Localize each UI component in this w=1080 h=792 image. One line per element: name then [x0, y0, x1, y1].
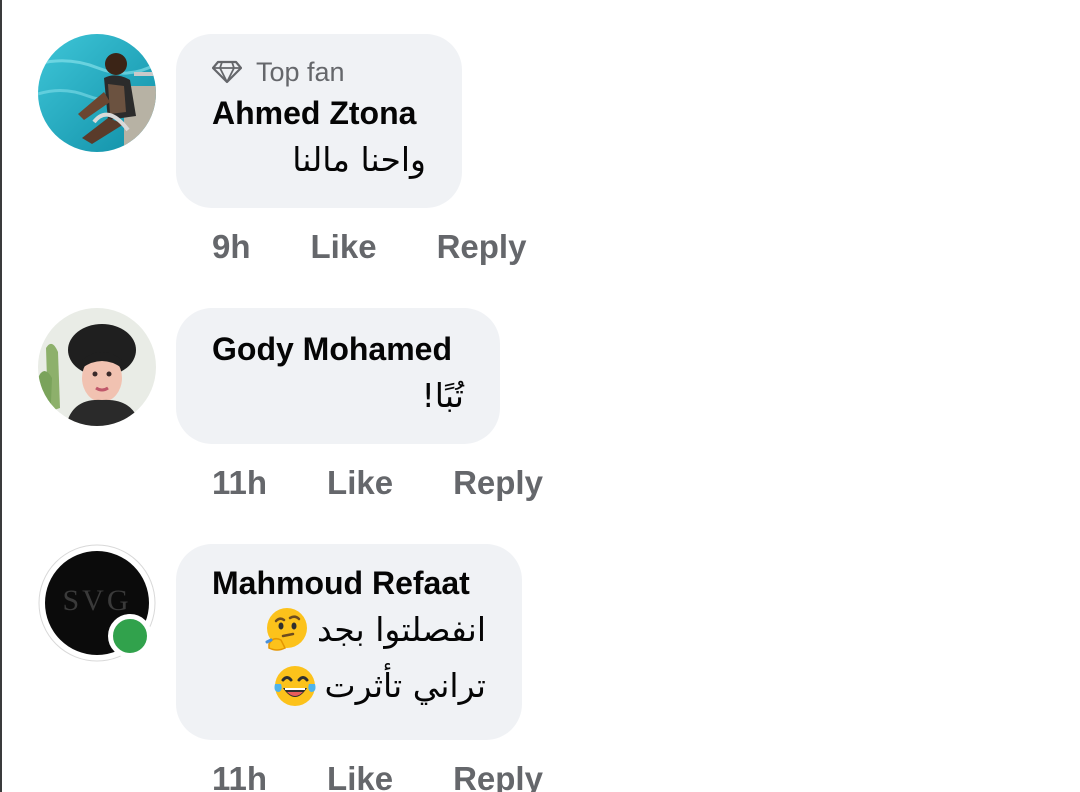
- comment-text: تُبًا!: [421, 376, 464, 415]
- like-button[interactable]: Like: [327, 464, 393, 502]
- avatar-monogram: SVG: [62, 584, 131, 617]
- comment-time: 9h: [212, 228, 251, 265]
- reply-button[interactable]: Reply: [453, 760, 543, 792]
- comment-actions: 11h Like Reply: [212, 464, 543, 502]
- tears-of-joy-icon: [274, 666, 316, 706]
- commenter-name[interactable]: Ahmed Ztona: [212, 94, 426, 132]
- diamond-icon: [212, 60, 242, 84]
- screen-edge: [0, 0, 2, 792]
- comment-actions: 11h Like Reply: [212, 760, 543, 792]
- comment-text-line: تُبًا!: [212, 368, 464, 424]
- commenter-name[interactable]: Gody Mohamed: [212, 330, 464, 368]
- avatar-gody[interactable]: [38, 308, 156, 426]
- comment-text-line: واحنا مالنا: [212, 132, 426, 188]
- like-button[interactable]: Like: [311, 228, 377, 266]
- comment-text-line: انفصلتوا بجد: [212, 602, 486, 658]
- comment-bubble[interactable]: Top fan Ahmed Ztona واحنا مالنا: [176, 34, 462, 208]
- avatar-ahmed[interactable]: [38, 34, 156, 152]
- comment-text: واحنا مالنا: [292, 140, 426, 179]
- comment-text: تراني تأثرت: [324, 666, 486, 705]
- reply-button[interactable]: Reply: [437, 228, 527, 266]
- top-fan-badge: Top fan: [212, 56, 426, 88]
- comment-text: انفصلتوا بجد: [316, 610, 486, 649]
- badge-label: Top fan: [256, 56, 345, 87]
- like-button[interactable]: Like: [327, 760, 393, 792]
- comment-bubble[interactable]: Mahmoud Refaat انفصلتوا بجد تراني تأثرت: [176, 544, 522, 740]
- commenter-name[interactable]: Mahmoud Refaat: [212, 564, 486, 602]
- comment-bubble[interactable]: Gody Mohamed تُبًا!: [176, 308, 500, 444]
- comment-time: 11h: [212, 760, 268, 792]
- comment-text-line: تراني تأثرت: [212, 658, 486, 714]
- online-status-dot: [108, 614, 152, 658]
- comment-time: 11h: [212, 464, 268, 501]
- thinking-face-icon: [265, 608, 307, 651]
- comment-actions: 9h Like Reply: [212, 228, 526, 266]
- comments-screen: Top fan Ahmed Ztona واحنا مالنا 9h Like …: [0, 0, 1080, 792]
- reply-button[interactable]: Reply: [453, 464, 543, 502]
